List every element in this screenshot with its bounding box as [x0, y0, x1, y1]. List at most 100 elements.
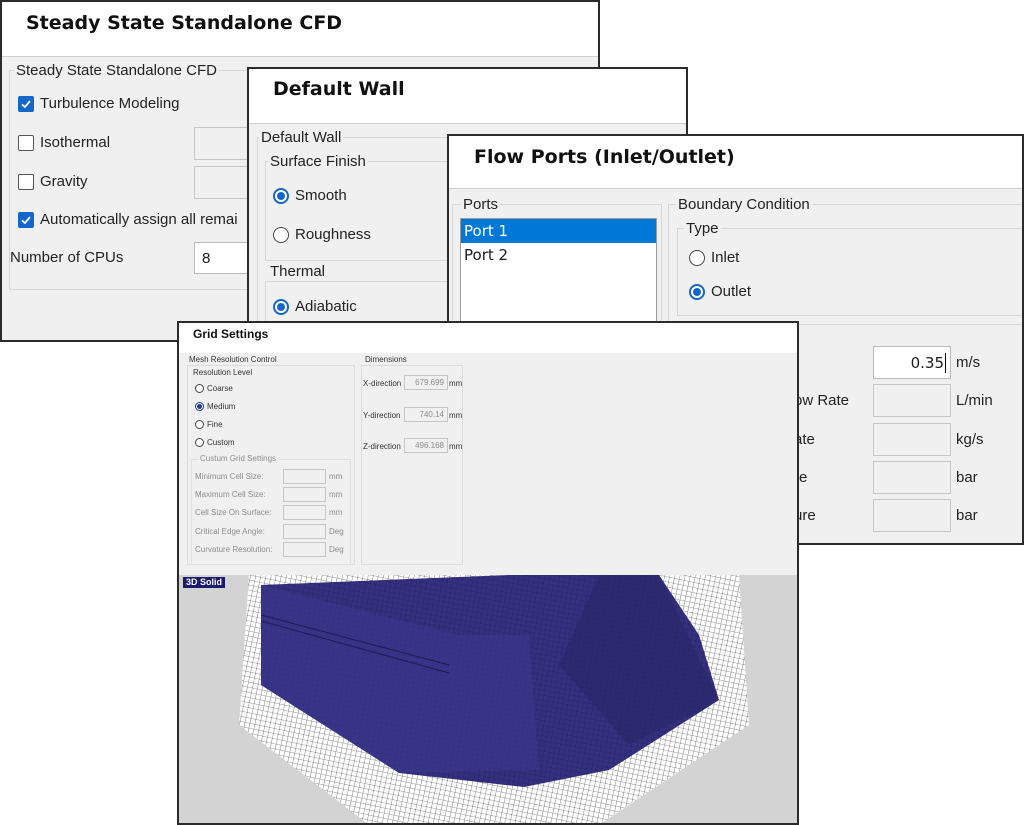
checkbox-label: Turbulence Modeling — [40, 95, 180, 112]
curvature-input[interactable] — [283, 542, 326, 557]
list-item[interactable]: Port 2 — [461, 243, 656, 267]
group-label: Default Wall — [259, 129, 344, 146]
dimensions-label: Dimensions — [365, 355, 407, 364]
custom-field-unit: Deg — [329, 527, 344, 536]
ports-label: Ports — [461, 196, 501, 213]
default-wall-titlebar: Default Wall — [249, 69, 686, 124]
dimension-label: Z-direction — [363, 442, 401, 451]
dimensions-group — [361, 365, 463, 565]
radio-selected-icon — [195, 402, 204, 411]
viewport-tag: 3D Solid — [183, 577, 226, 588]
mass-flow-unit: kg/s — [956, 431, 984, 448]
radio-label: Adiabatic — [295, 298, 357, 315]
checkbox-checked-icon — [18, 211, 34, 228]
custom-field-unit: Deg — [329, 545, 344, 554]
inlet-radio[interactable]: Inlet — [689, 249, 739, 266]
pressure2-unit: bar — [956, 507, 978, 524]
window-title: Grid Settings — [193, 327, 269, 341]
adiabatic-radio[interactable]: Adiabatic — [273, 298, 357, 315]
resolution-label: Resolution Level — [193, 368, 253, 377]
volume-flow-label: ow Rate — [794, 392, 850, 409]
max-cell-input[interactable] — [283, 487, 326, 502]
type-group — [677, 228, 1022, 316]
checkbox-label: Isothermal — [40, 134, 111, 151]
radio-icon — [689, 249, 705, 266]
radio-icon — [195, 438, 204, 447]
type-label: Type — [684, 220, 721, 237]
dimension-label: Y-direction — [363, 411, 401, 420]
custom-field-label: Curvature Resolution: — [195, 545, 273, 554]
min-cell-input[interactable] — [283, 469, 326, 484]
dimension-unit: mm — [449, 442, 463, 451]
cpu-input[interactable]: 8 — [194, 242, 254, 274]
fine-radio[interactable]: Fine — [195, 420, 223, 429]
radio-label: Inlet — [711, 249, 740, 266]
list-item[interactable]: Port 1 — [461, 219, 656, 243]
checkbox-checked-icon — [18, 95, 34, 112]
cpu-value: 8 — [202, 250, 211, 267]
dimension-label: X-direction — [363, 379, 402, 388]
mesh-group-label: Mesh Resolution Control — [189, 355, 277, 364]
turbulence-checkbox[interactable]: Turbulence Modeling — [18, 95, 180, 112]
flow-ports-titlebar: Flow Ports (Inlet/Outlet) — [449, 136, 1022, 189]
window-title: Flow Ports (Inlet/Outlet) — [474, 146, 735, 168]
volume-flow-input[interactable] — [873, 384, 951, 417]
group-label: Steady State Standalone CFD — [14, 62, 219, 79]
window-title: Default Wall — [273, 78, 405, 100]
dimension-unit: mm — [449, 379, 463, 388]
isothermal-input[interactable] — [194, 127, 254, 160]
custom-field-label: Minimum Cell Size: — [195, 472, 264, 481]
gravity-input[interactable] — [194, 166, 254, 199]
radio-icon — [273, 226, 289, 243]
boundary-label: Boundary Condition — [676, 196, 812, 213]
custom-field-unit: mm — [329, 490, 343, 499]
x-direction-field: 679.699 — [404, 375, 448, 390]
smooth-radio[interactable]: Smooth — [273, 187, 347, 204]
outlet-radio[interactable]: Outlet — [689, 283, 751, 300]
radio-label: Outlet — [711, 283, 752, 300]
surface-cell-input[interactable] — [283, 505, 326, 520]
custom-group-label: Custum Grid Settings — [199, 454, 278, 463]
coarse-radio[interactable]: Coarse — [195, 384, 233, 393]
custom-field-unit: mm — [329, 472, 343, 481]
velocity-input[interactable]: 0.35 — [873, 346, 951, 379]
radio-icon — [195, 420, 204, 429]
text-cursor — [945, 353, 946, 373]
medium-radio[interactable]: Medium — [195, 402, 235, 411]
edge-angle-input[interactable] — [283, 524, 326, 539]
pressure-input[interactable] — [873, 461, 951, 494]
checkbox-label: Automatically assign all remai — [40, 211, 238, 228]
velocity-value: 0.35 — [910, 354, 944, 372]
radio-label: Smooth — [295, 187, 347, 204]
pressure2-input[interactable] — [873, 499, 951, 532]
mass-flow-input[interactable] — [873, 423, 951, 456]
grid-settings-window: Grid Settings Mesh Resolution Control Re… — [177, 321, 799, 825]
auto-assign-checkbox[interactable]: Automatically assign all remai — [18, 211, 238, 228]
custom-field-label: Maximum Cell Size: — [195, 490, 266, 499]
mesh-render — [239, 575, 749, 823]
custom-radio[interactable]: Custom — [195, 438, 235, 447]
checkbox-label: Gravity — [40, 173, 88, 190]
velocity-unit: m/s — [956, 354, 981, 371]
isothermal-checkbox[interactable]: Isothermal — [18, 134, 110, 151]
custom-field-unit: mm — [329, 508, 343, 517]
pressure-unit: bar — [956, 469, 978, 486]
surface-finish-label: Surface Finish — [268, 153, 368, 170]
checkbox-icon — [18, 173, 34, 190]
custom-field-label: Critical Edge Angle: — [195, 527, 265, 536]
radio-selected-icon — [273, 298, 289, 315]
y-direction-field: 740.14 — [404, 407, 448, 422]
radio-selected-icon — [689, 283, 705, 300]
checkbox-icon — [18, 134, 34, 151]
thermal-label: Thermal — [268, 263, 328, 280]
gravity-checkbox[interactable]: Gravity — [18, 173, 88, 190]
3d-viewport[interactable]: 3D Solid — [179, 575, 797, 823]
custom-field-label: Cell Size On Surface: — [195, 508, 272, 517]
roughness-radio[interactable]: Roughness — [273, 226, 371, 243]
z-direction-field: 496.168 — [404, 438, 448, 453]
dimension-unit: mm — [449, 411, 463, 420]
radio-selected-icon — [273, 187, 289, 204]
volume-flow-unit: L/min — [956, 392, 993, 409]
cpu-label: Number of CPUs — [10, 249, 124, 266]
radio-icon — [195, 384, 204, 393]
